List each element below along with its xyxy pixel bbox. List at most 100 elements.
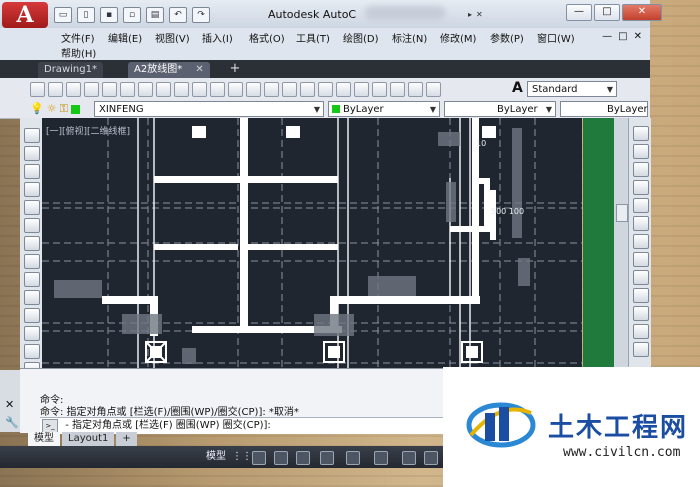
- viewport-controls[interactable]: [一][俯视][二维线框]: [46, 124, 130, 137]
- isodraft-icon[interactable]: [320, 451, 334, 465]
- redo-icon[interactable]: [246, 82, 261, 97]
- doc-restore-button[interactable]: □: [618, 31, 627, 42]
- tab-drawing1[interactable]: Drawing1*: [38, 62, 103, 78]
- undo-icon[interactable]: [228, 82, 243, 97]
- object-snap-tracking-icon[interactable]: [346, 451, 360, 465]
- close-button[interactable]: ✕: [622, 4, 662, 21]
- tab-layout1[interactable]: Layout1: [62, 432, 115, 446]
- undo-icon[interactable]: ↶: [169, 7, 187, 23]
- redo-icon[interactable]: ↷: [192, 7, 210, 23]
- sheet-set-icon[interactable]: [390, 82, 405, 97]
- minimize-button[interactable]: —: [566, 4, 592, 21]
- mirror-icon[interactable]: [633, 162, 649, 177]
- menu-format[interactable]: 格式(O): [249, 30, 285, 45]
- line-tool-icon[interactable]: [24, 128, 40, 143]
- stretch-icon[interactable]: [633, 270, 649, 285]
- annotation-scale-icon[interactable]: [402, 451, 416, 465]
- erase-icon[interactable]: [633, 126, 649, 141]
- save-icon[interactable]: ▪: [100, 7, 118, 23]
- print-icon[interactable]: [84, 82, 99, 97]
- menu-window[interactable]: 窗口(W): [537, 30, 575, 45]
- add-layout-button[interactable]: +: [116, 432, 137, 446]
- layer-select[interactable]: XINFENG ▼: [94, 101, 324, 117]
- calculator-icon[interactable]: [426, 82, 441, 97]
- circle-icon[interactable]: [24, 236, 40, 251]
- revcloud-icon[interactable]: [24, 254, 40, 269]
- open-file-icon[interactable]: ▯: [77, 7, 95, 23]
- rotate-icon[interactable]: [633, 234, 649, 249]
- arc-icon[interactable]: [24, 218, 40, 233]
- polar-tracking-icon[interactable]: [296, 451, 310, 465]
- copy-object-icon[interactable]: [633, 144, 649, 159]
- tab-model[interactable]: 模型: [28, 432, 60, 446]
- menu-tools[interactable]: 工具(T): [296, 30, 330, 45]
- text-style-select[interactable]: Standard ▼: [527, 81, 617, 97]
- linetype-select[interactable]: ByLayer ▼: [444, 101, 556, 117]
- paste-icon[interactable]: [174, 82, 189, 97]
- move-icon[interactable]: [633, 216, 649, 231]
- menu-help[interactable]: 帮助(H): [61, 45, 96, 60]
- zoom-previous-icon[interactable]: [318, 82, 333, 97]
- snap-icon[interactable]: [252, 451, 266, 465]
- doc-minimize-button[interactable]: —: [602, 31, 612, 42]
- spline-icon[interactable]: [24, 272, 40, 287]
- doc-close-button[interactable]: ✕: [634, 31, 642, 42]
- zoom-realtime-icon[interactable]: [282, 82, 297, 97]
- match-properties-icon[interactable]: [192, 82, 207, 97]
- extend-icon[interactable]: [633, 306, 649, 321]
- ortho-icon[interactable]: [274, 451, 288, 465]
- maximize-button[interactable]: □: [594, 4, 620, 21]
- sun-icon[interactable]: ☼: [47, 102, 57, 116]
- construction-line-icon[interactable]: [24, 146, 40, 161]
- info-center[interactable]: ▸ ✕: [468, 10, 496, 20]
- trim-icon[interactable]: [633, 288, 649, 303]
- fillet-icon[interactable]: [633, 342, 649, 357]
- block-editor-icon[interactable]: [210, 82, 225, 97]
- make-block-icon[interactable]: [24, 326, 40, 341]
- preview-icon[interactable]: [102, 82, 117, 97]
- polygon-icon[interactable]: [24, 182, 40, 197]
- array-icon[interactable]: [633, 198, 649, 213]
- menu-modify[interactable]: 修改(M): [440, 30, 476, 45]
- open-icon[interactable]: [48, 82, 63, 97]
- menu-view[interactable]: 视图(V): [155, 30, 190, 45]
- lock-icon[interactable]: ⚿: [60, 102, 68, 116]
- scrollbar-thumb[interactable]: [616, 204, 628, 222]
- tool-palettes-icon[interactable]: [372, 82, 387, 97]
- bulb-icon[interactable]: 💡: [30, 102, 44, 116]
- cut-icon[interactable]: [138, 82, 153, 97]
- tab-close-icon[interactable]: ✕: [195, 64, 203, 75]
- zoom-window-icon[interactable]: [300, 82, 315, 97]
- close-icon[interactable]: ✕: [5, 398, 14, 411]
- ellipse-icon[interactable]: [24, 290, 40, 305]
- insert-block-icon[interactable]: [24, 308, 40, 323]
- color-select[interactable]: ByLayer ▼: [328, 101, 440, 117]
- wrench-icon[interactable]: 🔧: [5, 416, 19, 429]
- vertical-scrollbar[interactable]: [614, 118, 628, 368]
- drawing-canvas[interactable]: 500 100 10 [一][俯视][二维线框]: [42, 118, 582, 368]
- menu-parametric[interactable]: 参数(P): [490, 30, 524, 45]
- rectangle-icon[interactable]: [24, 200, 40, 215]
- new-icon[interactable]: [30, 82, 45, 97]
- new-tab-button[interactable]: +: [228, 62, 242, 76]
- workspace-icon[interactable]: [424, 451, 438, 465]
- publish-icon[interactable]: [120, 82, 135, 97]
- menu-draw[interactable]: 绘图(D): [343, 30, 379, 45]
- object-snap-icon[interactable]: [374, 451, 388, 465]
- tab-a2-drawing[interactable]: A2放线图* ✕: [128, 62, 210, 78]
- menu-dimension[interactable]: 标注(N): [392, 30, 427, 45]
- save-as-icon[interactable]: ▫: [123, 7, 141, 23]
- pan-icon[interactable]: [264, 82, 279, 97]
- menu-file[interactable]: 文件(F): [61, 30, 95, 45]
- menu-insert[interactable]: 插入(I): [202, 30, 233, 45]
- plot-icon[interactable]: ▤: [146, 7, 164, 23]
- copy-icon[interactable]: [156, 82, 171, 97]
- point-icon[interactable]: [24, 344, 40, 359]
- offset-icon[interactable]: [633, 180, 649, 195]
- properties-icon[interactable]: [336, 82, 351, 97]
- polyline-icon[interactable]: [24, 164, 40, 179]
- model-space-button[interactable]: 模型: [206, 450, 226, 464]
- lineweight-select[interactable]: ByLayer: [560, 101, 648, 117]
- new-file-icon[interactable]: ▭: [54, 7, 72, 23]
- break-icon[interactable]: [633, 324, 649, 339]
